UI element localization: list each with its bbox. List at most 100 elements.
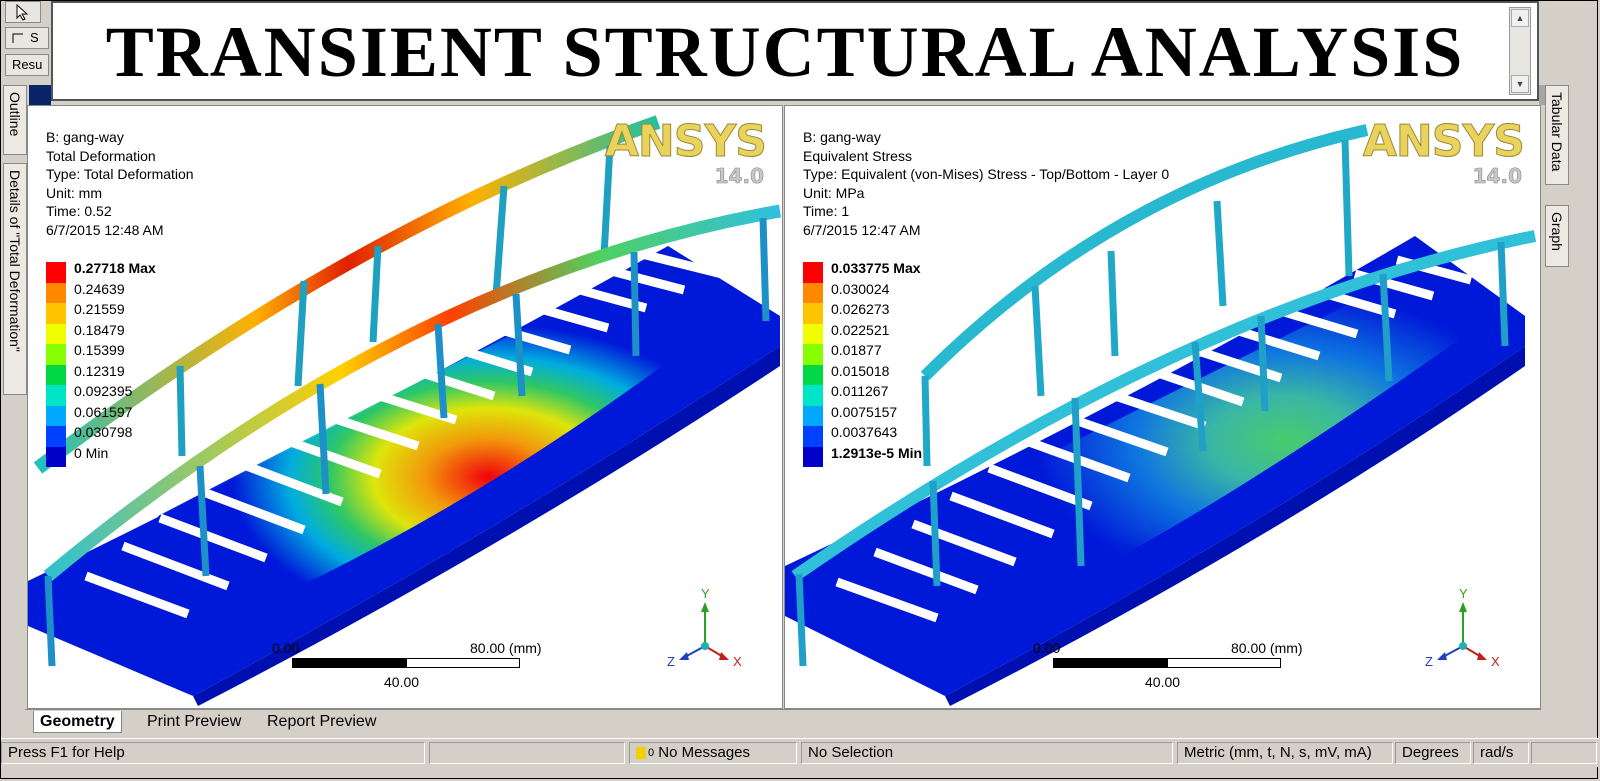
vertex-icon [12, 33, 23, 43]
legend-label: 0.030024 [831, 280, 890, 297]
scale-bar-black [1053, 658, 1167, 668]
result-date: 6/7/2015 12:47 AM [803, 221, 921, 238]
title-banner: TRANSIENT STRUCTURAL ANALYSIS ▲ ▼ [51, 1, 1539, 101]
result-info-right: B: gang-way Equivalent Stress Type: Equi… [803, 128, 1169, 239]
geometry-viewport-right[interactable]: B: gang-way Equivalent Stress Type: Equi… [784, 105, 1541, 709]
banner-scrollbar[interactable]: ▲ ▼ [1509, 7, 1531, 95]
messages-label: No Messages [658, 744, 751, 761]
toolbar-item-s-label: S [30, 30, 39, 45]
logo-version: 14.0 [714, 164, 764, 189]
tab-outline-label: Outline [7, 92, 23, 137]
legend-label: 0.01877 [831, 342, 882, 358]
geometry-viewport-left[interactable]: B: gang-way Total Deformation Type: Tota… [27, 105, 783, 709]
scale-bar-left: 0.00 80.00 (mm) 40.00 [272, 636, 542, 696]
axis-triad-icon [679, 602, 729, 660]
message-icon [636, 747, 646, 760]
scale-start: 0.00 [272, 640, 300, 656]
result-info-left: B: gang-way Total Deformation Type: Tota… [46, 128, 194, 239]
legend-swatch [46, 364, 66, 385]
legend-swatch [803, 364, 823, 385]
status-empty [429, 742, 625, 764]
scale-end: 80.00 (mm) [1231, 640, 1303, 656]
panel-title-strip [29, 85, 51, 105]
legend-label: 0.21559 [74, 301, 125, 317]
legend-label: 0.15399 [74, 342, 125, 358]
legend-swatch [803, 446, 823, 467]
axis-y-label: Y [701, 586, 710, 601]
legend-swatch [803, 303, 823, 324]
legend-label: 0.0037643 [831, 424, 898, 440]
result-date: 6/7/2015 12:48 AM [46, 221, 164, 238]
legend-max: 0.27718 Max [74, 260, 156, 276]
legend-swatch [46, 323, 66, 344]
model-name: B: gang-way [46, 129, 124, 145]
legend-label: 0.24639 [74, 280, 125, 297]
tab-details[interactable]: Details of "Total Deformation" [3, 163, 27, 395]
legend-swatch [46, 446, 66, 467]
status-angle[interactable]: Degrees [1395, 742, 1471, 764]
axis-z-label: Z [667, 654, 675, 669]
status-rate[interactable]: rad/s [1473, 742, 1529, 764]
tab-tabular-data-label: Tabular Data [1549, 92, 1565, 172]
legend-swatch [46, 303, 66, 324]
scroll-down-icon[interactable]: ▼ [1511, 75, 1529, 93]
tab-geometry[interactable]: Geometry [33, 711, 122, 733]
axis-triad-icon [1437, 602, 1487, 660]
logo-brand: ANSYS [604, 116, 767, 168]
legend-swatch [803, 385, 823, 406]
scale-bar-right: 0.00 80.00 (mm) 40.00 [1033, 636, 1303, 696]
legend-swatch [46, 262, 66, 283]
scale-start: 0.00 [1033, 640, 1061, 656]
tab-print-preview[interactable]: Print Preview [141, 711, 247, 732]
status-bar: Press F1 for Help 0 No Messages No Selec… [1, 738, 1599, 767]
messages-count: 0 [648, 747, 655, 759]
model-name: B: gang-way [803, 129, 881, 145]
tab-results-label: Resu [12, 57, 43, 72]
tab-details-label: Details of "Total Deformation" [7, 170, 23, 352]
legend-label: 0.18479 [74, 321, 125, 338]
axis-x-label: X [733, 654, 742, 669]
result-time: Time: 1 [803, 203, 850, 219]
logo-brand: ANSYS [1362, 116, 1525, 168]
legend-swatch [803, 426, 823, 447]
axis-y-label: Y [1459, 586, 1468, 601]
legend-label: 0.011267 [831, 383, 889, 399]
result-type: Type: Equivalent (von-Mises) Stress - To… [803, 166, 1170, 182]
scroll-up-icon[interactable]: ▲ [1511, 9, 1529, 27]
legend-swatch [803, 344, 823, 365]
axis-triad-left: Y X Z [663, 586, 743, 678]
scale-bar-black [292, 658, 406, 668]
status-messages[interactable]: 0 No Messages [629, 742, 797, 764]
status-selection: No Selection [801, 742, 1173, 764]
axis-x-label: X [1491, 654, 1500, 669]
legend-swatch [46, 405, 66, 426]
legend-swatch [803, 323, 823, 344]
banner-title: TRANSIENT STRUCTURAL ANALYSIS [105, 12, 1465, 92]
legend-label: 0.026273 [831, 301, 890, 317]
axis-z-label: Z [1425, 654, 1433, 669]
legend-label: 0.092395 [74, 383, 133, 399]
status-help: Press F1 for Help [1, 742, 425, 764]
tab-results[interactable]: Resu [5, 54, 49, 76]
result-type: Type: Total Deformation [46, 166, 194, 182]
legend-label: 0.015018 [831, 362, 890, 379]
toolbar-item-s[interactable]: S [5, 27, 49, 49]
tab-graph[interactable]: Graph [1545, 205, 1569, 267]
tab-tabular-data[interactable]: Tabular Data [1545, 85, 1569, 185]
legend-swatch [803, 405, 823, 426]
result-unit: Unit: MPa [803, 184, 865, 201]
app-window: S Resu Outline Details of "Total Deforma… [0, 0, 1599, 779]
tab-report-preview[interactable]: Report Preview [261, 711, 382, 732]
scale-bar-white [1167, 658, 1281, 668]
scale-end: 80.00 (mm) [470, 640, 542, 656]
axis-triad-right: Y X Z [1421, 586, 1501, 678]
status-extra [1531, 742, 1597, 764]
select-mode-button[interactable] [5, 1, 41, 23]
legend-label: 0.030798 [74, 424, 133, 440]
result-name: Equivalent Stress [803, 147, 912, 164]
result-name: Total Deformation [46, 147, 156, 164]
tab-outline[interactable]: Outline [3, 85, 27, 155]
legend-swatch [46, 385, 66, 406]
status-units[interactable]: Metric (mm, t, N, s, mV, mA) [1177, 742, 1393, 764]
legend-swatch [46, 282, 66, 303]
